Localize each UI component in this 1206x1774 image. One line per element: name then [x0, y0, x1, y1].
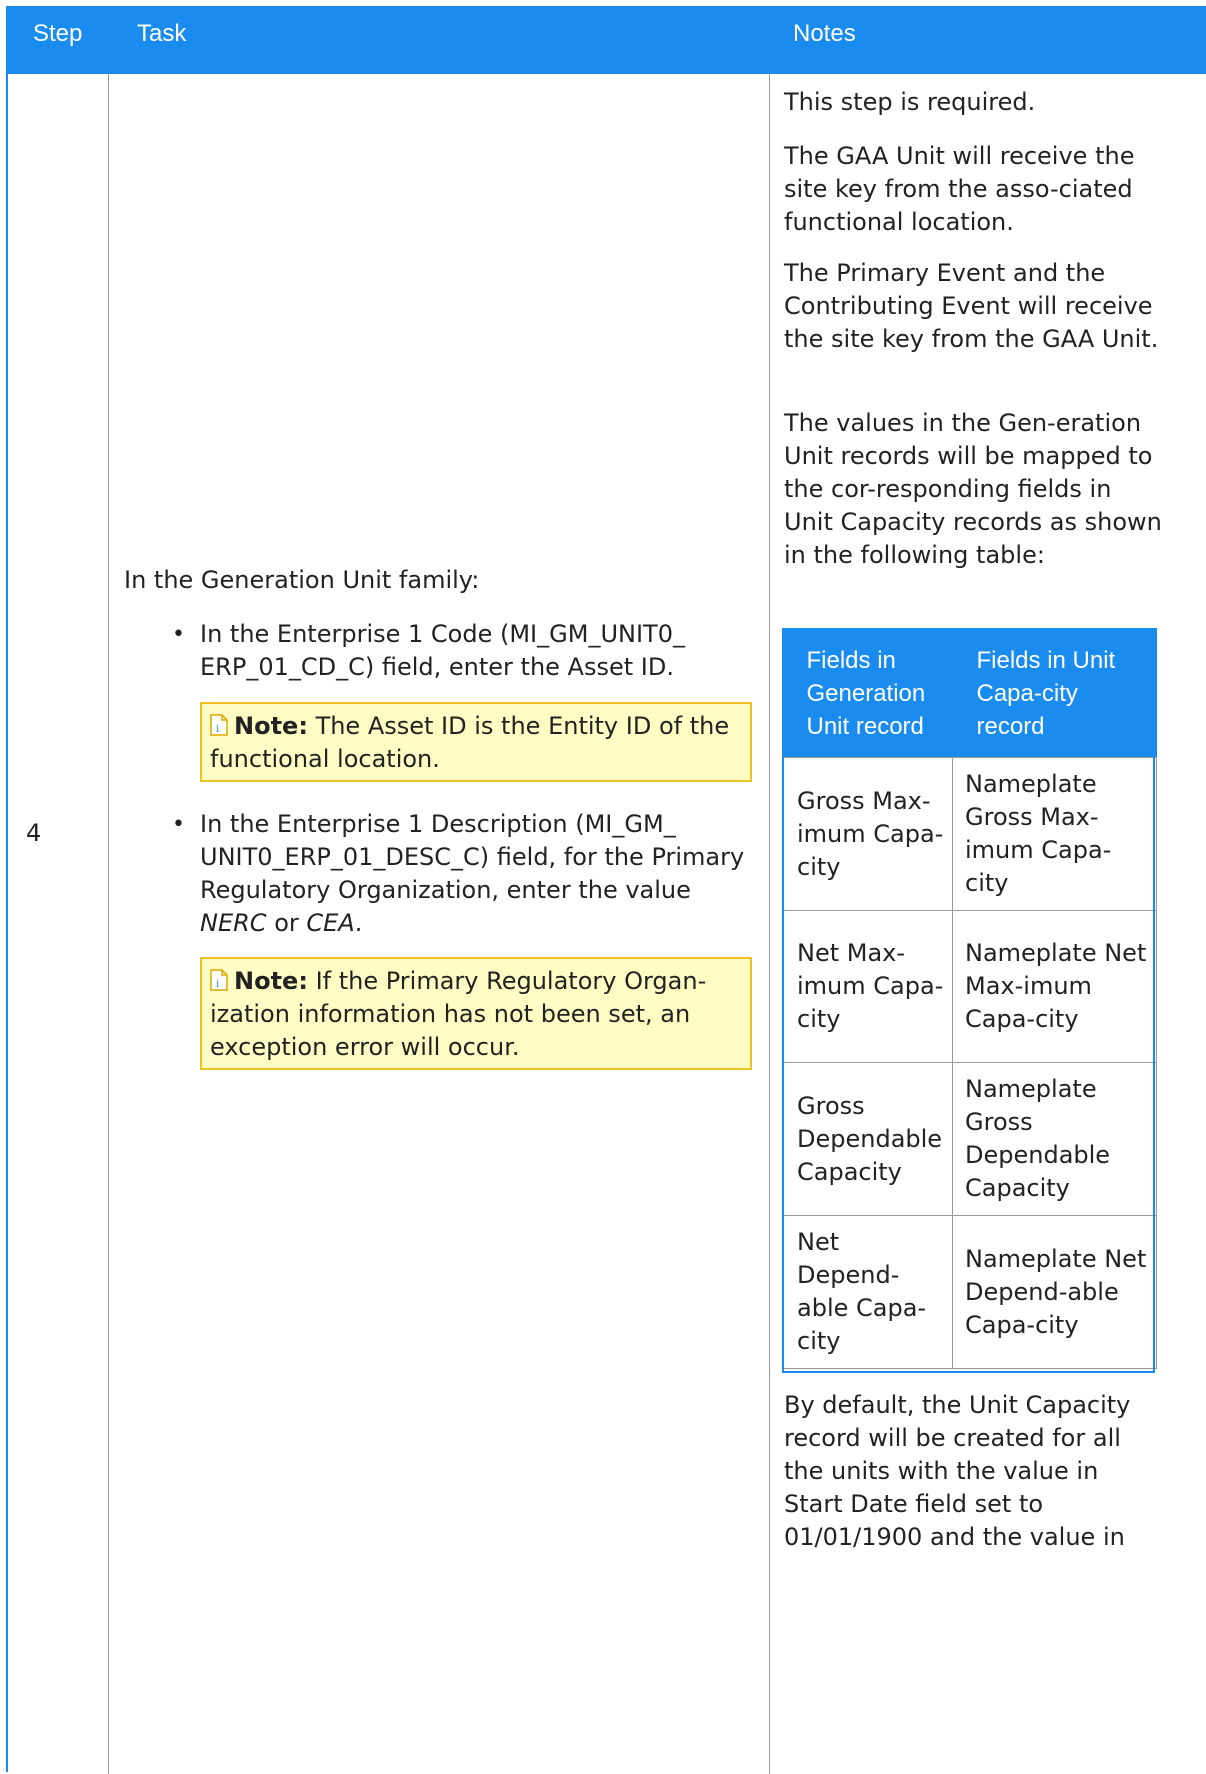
task-bullet-2: • In the Enterprise 1 Description (MI_GM…: [172, 808, 760, 940]
mapping-target-field: Nameplate Gross Dependable Capacity: [952, 1062, 1157, 1216]
notes-paragraph-3: The Primary Event and the Contributing E…: [784, 259, 1159, 353]
task-bullet-1: • In the Enterprise 1 Code (MI_GM_UNIT0_…: [172, 618, 760, 684]
note-document-icon: i: [210, 714, 228, 736]
column-divider: [769, 74, 770, 1774]
bullet-2-text: In the Enterprise 1 Description (MI_GM_ …: [200, 810, 745, 904]
notes-paragraph-1: This step is required.: [784, 88, 1036, 116]
note-label: Note:: [234, 712, 308, 740]
header-task: Task: [137, 20, 187, 47]
value-cea: CEA: [306, 909, 355, 937]
note-document-icon: i: [210, 969, 228, 991]
bullet-icon: •: [172, 622, 185, 647]
bullet-icon: •: [172, 812, 185, 837]
note-box-2: i Note: If the Primary Regulatory Organ-…: [200, 957, 752, 1070]
mapping-header-generation-unit: Fields in Generation Unit record: [782, 628, 953, 758]
mapping-header-unit-capacity: Fields in Unit Capa-city record: [952, 628, 1157, 758]
table-row: Net Depend-able Capa-city Nameplate Net …: [782, 1215, 1157, 1369]
mapping-source-field: Net Max-imum Capa-city: [782, 910, 953, 1063]
bullet-1-text: In the Enterprise 1 Code (MI_GM_UNIT0_ E…: [200, 620, 685, 681]
notes-paragraph-5: By default, the Unit Capacity record wil…: [784, 1391, 1131, 1551]
mapping-target-field: Nameplate Net Max-imum Capa-city: [952, 910, 1157, 1063]
table-row: Net Max-imum Capa-city Nameplate Net Max…: [782, 910, 1157, 1063]
note-box-1: i Note: The Asset ID is the Entity ID of…: [200, 702, 752, 782]
header-notes: Notes: [793, 20, 856, 47]
mapping-target-field: Nameplate Gross Max-imum Capa-city: [952, 757, 1157, 911]
table-row: Gross Dependable Capacity Nameplate Gros…: [782, 1062, 1157, 1216]
header-step: Step: [33, 20, 83, 47]
value-nerc: NERC: [200, 909, 267, 937]
step-number: 4: [26, 819, 42, 847]
notes-paragraph-4: The values in the Gen-eration Unit recor…: [784, 409, 1162, 569]
bullet-2-or: or: [266, 909, 307, 937]
column-divider: [108, 74, 109, 1774]
note-label: Note:: [234, 967, 308, 995]
svg-text:i: i: [216, 724, 219, 735]
mapping-source-field: Gross Max-imum Capa-city: [782, 757, 953, 911]
mapping-target-field: Nameplate Net Depend-able Capa-city: [952, 1215, 1157, 1369]
table-header: Step Task Notes: [6, 6, 1206, 72]
mapping-source-field: Gross Dependable Capacity: [782, 1062, 953, 1216]
task-intro: In the Generation Unit family:: [124, 566, 480, 594]
table-row: Gross Max-imum Capa-city Nameplate Gross…: [782, 757, 1157, 911]
svg-text:i: i: [216, 979, 219, 990]
bullet-2-end: .: [354, 909, 363, 937]
procedure-table: Step Task Notes 4 In the Generation Unit…: [6, 6, 1206, 1774]
field-mapping-table: Fields in Generation Unit record Fields …: [782, 628, 1157, 1369]
mapping-source-field: Net Depend-able Capa-city: [782, 1215, 953, 1369]
notes-paragraph-2: The GAA Unit will receive the site key f…: [784, 142, 1135, 236]
